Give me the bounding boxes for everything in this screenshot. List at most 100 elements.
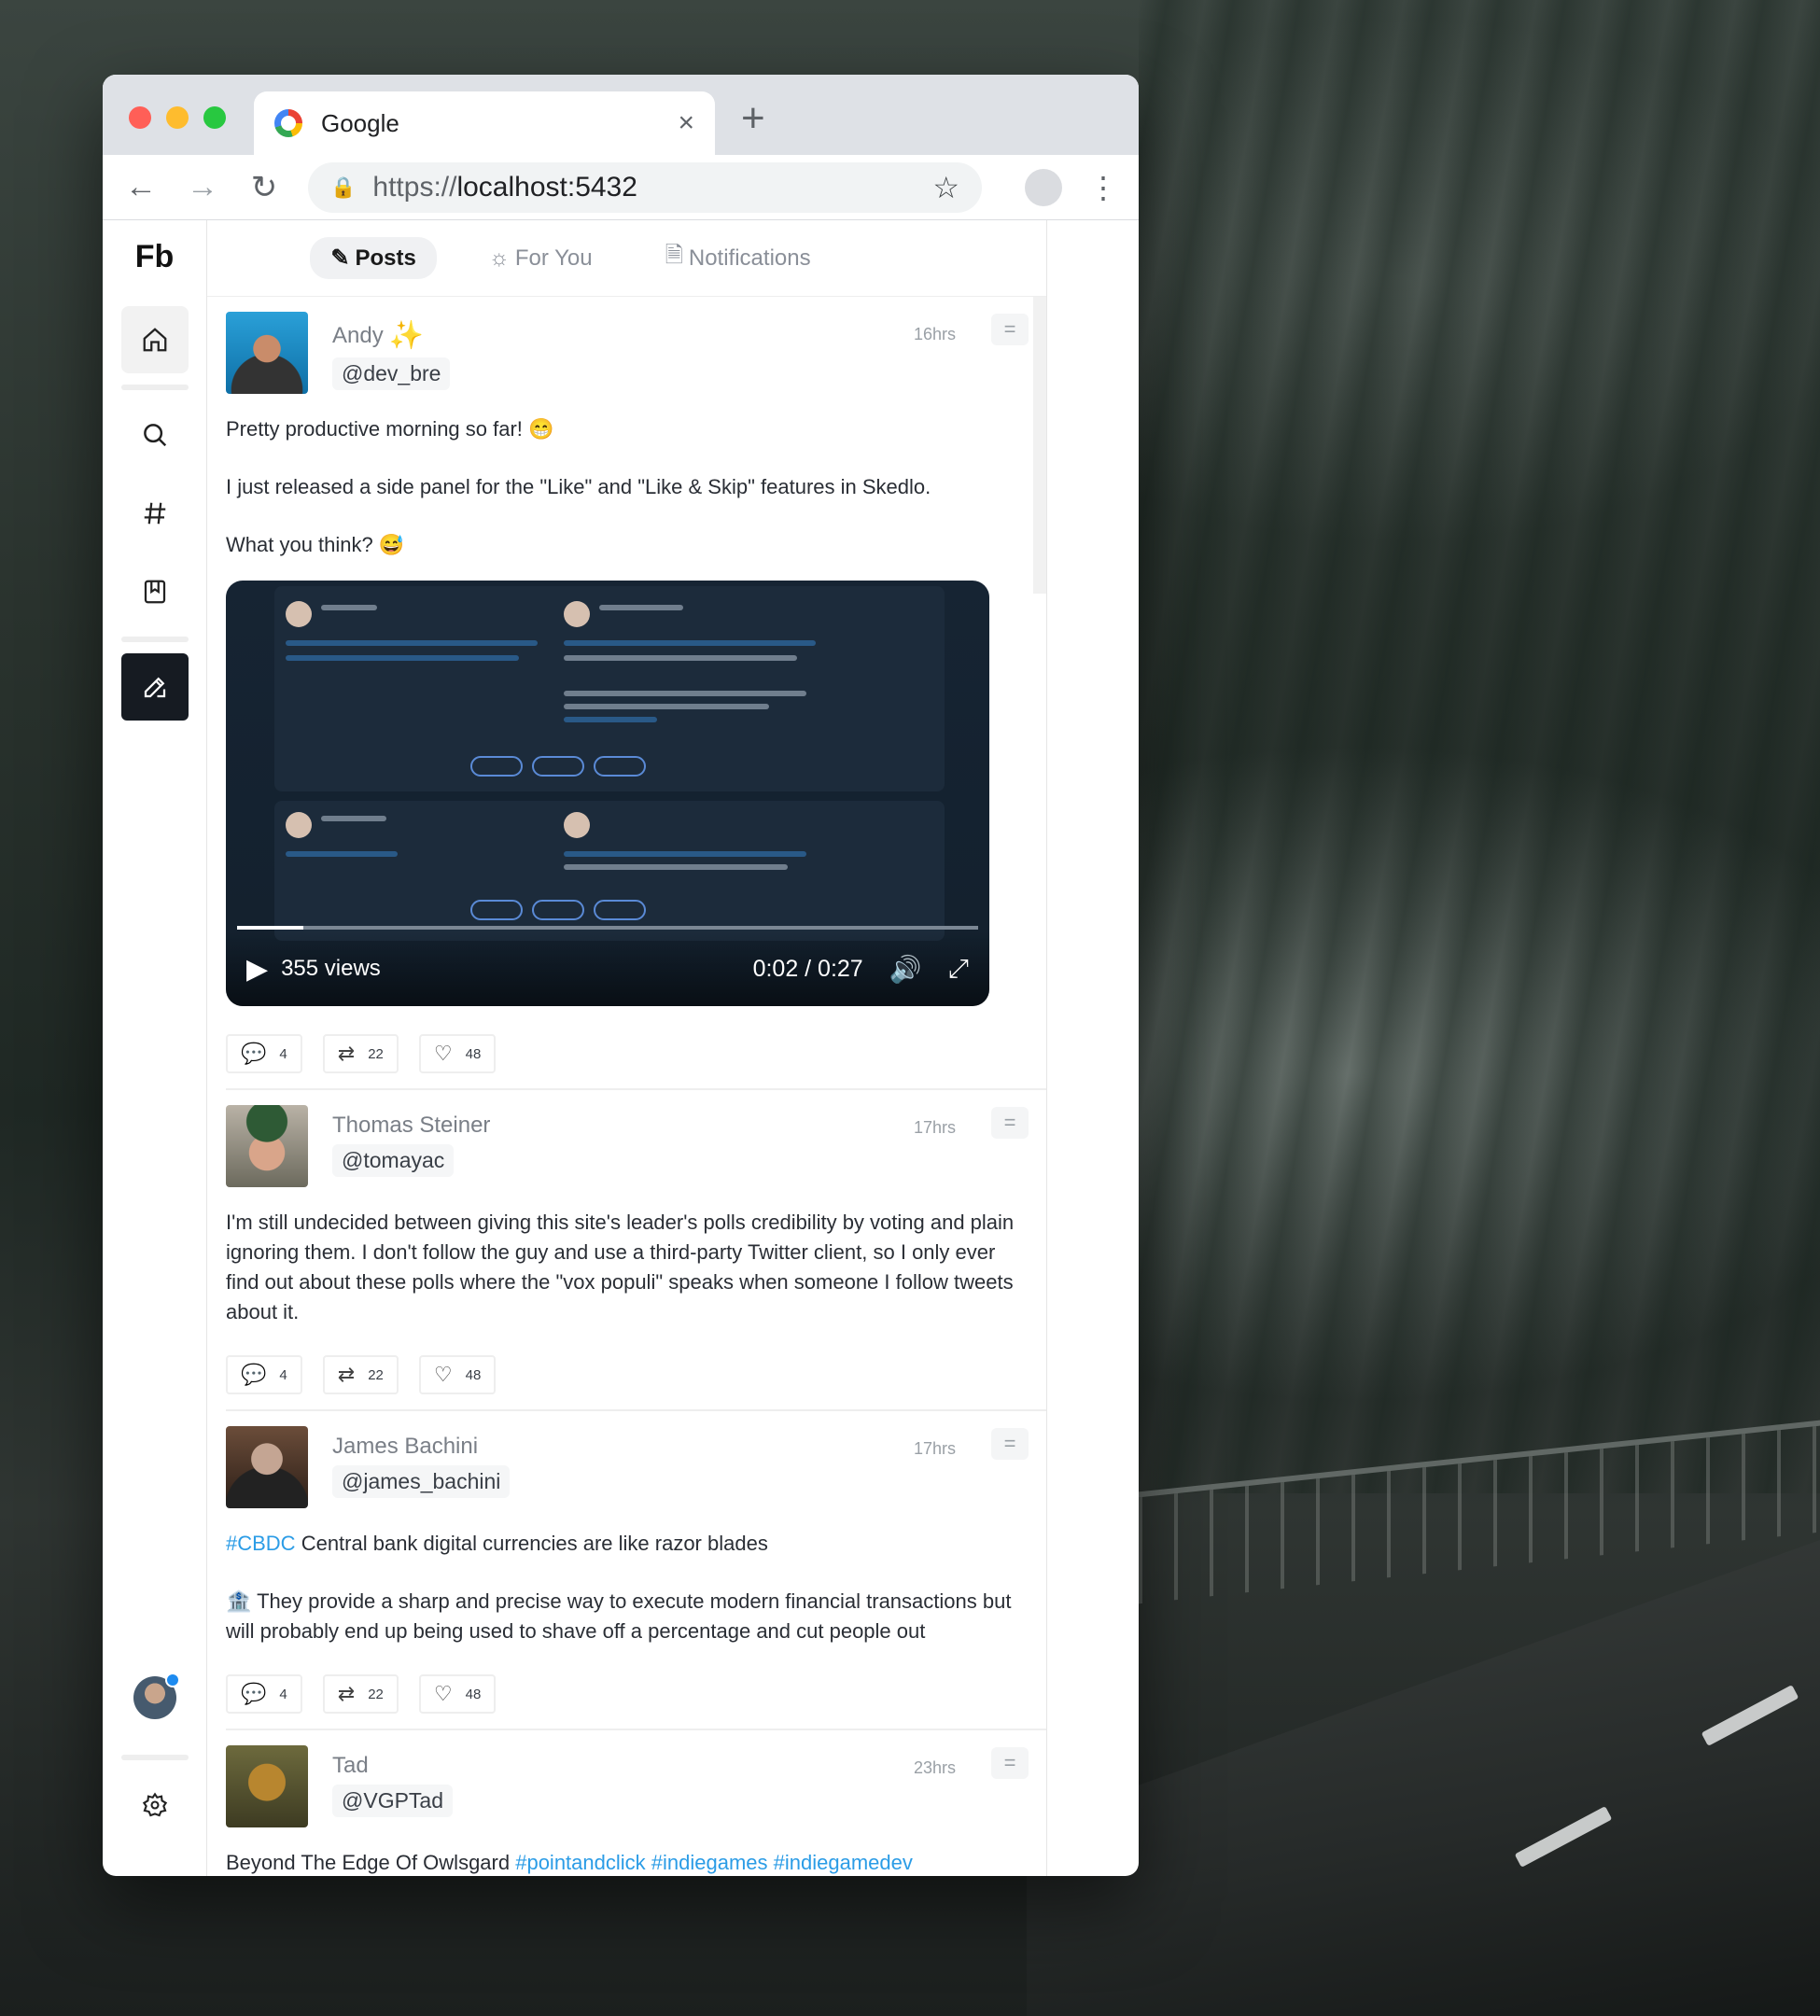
video-views: 355 views — [281, 956, 381, 981]
hashtag-link[interactable]: #CBDC — [226, 1532, 296, 1555]
post-menu-button[interactable]: = — [991, 1107, 1029, 1139]
repost-button[interactable]: ⇄ 22 — [322, 1034, 399, 1073]
video-frame-text — [321, 605, 377, 610]
maximize-window-button[interactable] — [203, 106, 226, 129]
video-frame-text — [564, 851, 806, 857]
video-time: 0:02 / 0:27 — [752, 955, 863, 982]
app-logo[interactable]: Fb — [135, 239, 175, 295]
like-count: 48 — [465, 1045, 482, 1062]
browser-menu-icon[interactable]: ⋮ — [1088, 170, 1118, 205]
sidebar-search-button[interactable] — [121, 401, 189, 469]
post-author-handle[interactable]: @james_bachini — [332, 1465, 511, 1498]
browser-tab[interactable]: Google × — [254, 91, 715, 155]
tab-for-you[interactable]: ☼ For You — [469, 238, 613, 279]
comment-button[interactable]: 💬 4 — [226, 1355, 302, 1394]
video-frame-button — [594, 900, 646, 920]
post-author-name[interactable]: Thomas Steiner — [332, 1113, 490, 1139]
settings-button[interactable] — [121, 1771, 189, 1839]
sidebar-home-button[interactable] — [120, 306, 189, 373]
post-video[interactable]: ▶ 355 views 0:02 / 0:27 🔊 ⤢ — [226, 581, 989, 1006]
post-timestamp: 17hrs — [913, 1118, 956, 1137]
tab-notifications[interactable]: 🗎 Notifications — [645, 231, 832, 285]
browser-profile-icon[interactable] — [1025, 168, 1062, 206]
sidebar-hashtag-button[interactable] — [121, 480, 189, 547]
comment-button[interactable]: 💬 4 — [226, 1034, 302, 1073]
repost-count: 22 — [368, 1045, 384, 1062]
hashtag-link[interactable]: #indiegamedev — [774, 1851, 913, 1874]
post-body: Beyond The Edge Of Owlsgard #pointandcli… — [226, 1848, 1019, 1876]
post-actions: 💬 4 ⇄ 22 ♡ 48 — [226, 1034, 1046, 1073]
post-paragraph: I'm still undecided between giving this … — [226, 1211, 1015, 1323]
video-frame-button — [470, 756, 523, 777]
forward-arrow-icon[interactable]: → — [185, 169, 220, 205]
url-text: https://localhost:5432 — [372, 172, 916, 203]
heart-icon: ♡ — [433, 1042, 453, 1065]
video-frame-text — [286, 640, 538, 646]
video-frame-button — [470, 900, 523, 920]
tab-posts[interactable]: ✎ Posts — [310, 237, 437, 279]
play-icon[interactable]: ▶ — [246, 953, 268, 986]
like-button[interactable]: ♡ 48 — [418, 1034, 497, 1073]
volume-icon[interactable]: 🔊 — [889, 954, 922, 985]
post-author-handle[interactable]: @tomayac — [332, 1144, 455, 1177]
video-progress-bar[interactable] — [237, 926, 978, 930]
post-author-handle[interactable]: @dev_bre — [332, 357, 451, 390]
post-author-name[interactable]: Andy ✨ — [332, 319, 450, 352]
hashtag-link[interactable]: #indiegames — [651, 1851, 768, 1874]
repost-icon: ⇄ — [337, 1363, 356, 1386]
like-count: 48 — [465, 1686, 482, 1702]
menu-lines-icon: = — [1003, 317, 1016, 341]
sidebar-bottom — [120, 1673, 189, 1839]
minimize-window-button[interactable] — [166, 106, 189, 129]
post-author-avatar[interactable] — [226, 1426, 308, 1508]
home-icon — [143, 328, 166, 352]
close-window-button[interactable] — [129, 106, 151, 129]
user-avatar[interactable] — [133, 1673, 180, 1719]
new-tab-button[interactable]: + — [741, 95, 765, 142]
post-menu-button[interactable]: = — [991, 314, 1029, 345]
fullscreen-icon[interactable]: ⤢ — [948, 954, 969, 985]
address-bar[interactable]: 🔒 https://localhost:5432 ☆ — [308, 161, 982, 213]
window-controls — [129, 106, 226, 129]
repost-icon: ⇄ — [337, 1682, 356, 1705]
repost-button[interactable]: ⇄ 22 — [322, 1355, 399, 1394]
author-name-text: Andy — [332, 322, 384, 348]
post-author-name[interactable]: Tad — [332, 1753, 453, 1779]
post-actions: 💬 4 ⇄ 22 ♡ 48 — [226, 1674, 1046, 1714]
heart-icon: ♡ — [433, 1682, 453, 1705]
reload-icon[interactable]: ↻ — [246, 169, 282, 206]
sidebar-divider — [120, 637, 189, 642]
post-author-avatar[interactable] — [226, 1745, 308, 1827]
post-author-avatar[interactable] — [226, 1105, 308, 1187]
repost-button[interactable]: ⇄ 22 — [322, 1674, 399, 1714]
hashtag-link[interactable]: #pointandclick — [515, 1851, 645, 1874]
browser-window: Google × + ← → ↻ 🔒 https://localhost:543… — [103, 75, 1139, 1876]
post-menu-button[interactable]: = — [991, 1747, 1029, 1779]
post-author-name[interactable]: James Bachini — [332, 1434, 510, 1460]
comment-button[interactable]: 💬 4 — [226, 1674, 302, 1714]
lock-icon: 🔒 — [330, 175, 357, 199]
post-actions: 💬 4 ⇄ 22 ♡ 48 — [226, 1355, 1046, 1394]
online-indicator — [164, 1673, 180, 1687]
video-frame-button — [532, 756, 584, 777]
video-frame-text — [599, 605, 683, 610]
bookmark-icon — [144, 580, 165, 604]
video-frame-button — [594, 756, 646, 777]
post-author-handle[interactable]: @VGPTad — [332, 1785, 454, 1817]
back-arrow-icon[interactable]: ← — [123, 169, 159, 205]
like-count: 48 — [465, 1366, 482, 1383]
post-paragraph: I just released a side panel for the "Li… — [226, 475, 931, 498]
sidebar-bookmarks-button[interactable] — [121, 558, 189, 625]
compose-post-button[interactable] — [120, 653, 189, 721]
post-author-avatar[interactable] — [226, 312, 308, 394]
bookmark-star-icon[interactable]: ☆ — [932, 170, 959, 205]
comment-icon: 💬 — [241, 1042, 267, 1065]
like-button[interactable]: ♡ 48 — [418, 1674, 497, 1714]
url-scheme: https:// — [372, 171, 457, 203]
post-menu-button[interactable]: = — [991, 1428, 1029, 1460]
tab-close-icon[interactable]: × — [678, 107, 694, 139]
video-progress-fill — [237, 926, 304, 930]
sun-icon: ☼ — [488, 245, 510, 271]
like-button[interactable]: ♡ 48 — [418, 1355, 497, 1394]
post-body: Pretty productive morning so far! 😁 I ju… — [226, 414, 1019, 560]
